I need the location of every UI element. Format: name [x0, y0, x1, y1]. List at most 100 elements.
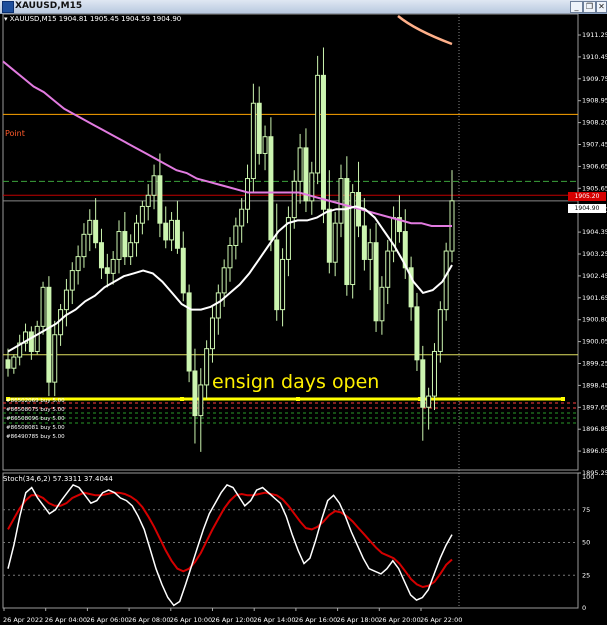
candle: [5, 359, 11, 369]
time-axis-label: 26 Apr 10:00: [170, 616, 212, 624]
candle: [239, 208, 245, 227]
candle: [385, 250, 391, 288]
price-tick-label: 1907.45: [582, 141, 607, 149]
candle: [63, 289, 69, 311]
candle: [297, 147, 303, 182]
stochastic-main-line: [7, 483, 453, 607]
order-label[interactable]: #86508096 buy 5.00: [6, 416, 65, 422]
price-tick-label: 1900.05: [582, 338, 607, 346]
candle: [186, 292, 192, 372]
candle: [431, 350, 437, 397]
price-tick-label: 1896.05: [582, 447, 607, 455]
candle: [139, 205, 145, 224]
candle: [134, 222, 140, 244]
annotation-text[interactable]: ensign days open: [212, 371, 379, 393]
candle: [315, 74, 321, 174]
stochastic-signal-line: [7, 491, 453, 589]
time-axis-label: 26 Apr 14:00: [253, 616, 295, 624]
candle: [204, 348, 210, 386]
price-tick-label: 1901.65: [582, 294, 607, 302]
point-level-label: Point: [5, 129, 25, 138]
stoch-axis-label: 75: [582, 506, 590, 514]
order-label[interactable]: #86490785 buy 5.00: [6, 434, 65, 440]
candle: [122, 231, 128, 258]
candle: [104, 267, 110, 274]
candle: [151, 175, 157, 196]
candle: [174, 219, 180, 249]
candle: [320, 74, 326, 210]
candle: [437, 309, 443, 352]
price-tick-label: 1902.45: [582, 272, 607, 280]
chart-header: ▾ XAUUSD,M15 1904.81 1905.45 1904.59 190…: [4, 15, 182, 23]
candle: [221, 267, 227, 294]
candle: [268, 136, 274, 241]
candle: [116, 231, 122, 260]
candle: [262, 136, 268, 154]
stoch-axis-label: 50: [582, 539, 590, 547]
candle: [303, 147, 309, 202]
candle: [291, 180, 297, 219]
candle: [443, 250, 449, 311]
candle: [98, 242, 104, 269]
candle: [40, 286, 46, 327]
time-axis-label: 26 Apr 2022: [3, 616, 43, 624]
candle: [169, 219, 175, 241]
stochastic-header: Stoch(34,6,2) 57.3311 37.4044: [3, 475, 113, 483]
candle: [326, 208, 332, 263]
price-tick-label: 1903.25: [582, 250, 607, 258]
candle: [192, 370, 198, 417]
price-tick-label: 1909.75: [582, 75, 607, 83]
price-tick-label: 1900.80: [582, 316, 607, 324]
candle: [367, 242, 373, 260]
trend-curve: [397, 15, 453, 46]
candle: [81, 233, 87, 258]
candle: [87, 219, 93, 235]
candle: [93, 219, 99, 244]
candle: [46, 286, 52, 383]
candle: [332, 222, 338, 263]
candle: [344, 178, 350, 286]
candle: [34, 325, 40, 352]
stoch-axis-label: 100: [582, 473, 594, 481]
price-tick-label: 1910.45: [582, 53, 607, 61]
candle: [274, 239, 280, 311]
candle: [75, 256, 81, 272]
candle: [233, 225, 239, 246]
candle: [28, 331, 34, 352]
current-price-tag: 1904.90: [568, 204, 606, 213]
price-tick-label: 1897.65: [582, 403, 607, 411]
time-axis-label: 26 Apr 20:00: [378, 616, 420, 624]
ensign-handle-4: [561, 397, 565, 401]
stoch-axis-label: 0: [582, 604, 586, 612]
order-label[interactable]: #86508081 buy 5.00: [6, 425, 65, 431]
candle: [256, 102, 262, 154]
price-chart[interactable]: 1911.25 1910.45 1909.75 1908.95 1908.20 1907.…: [0, 0, 607, 625]
candle: [11, 356, 17, 369]
candle: [426, 395, 432, 408]
ensign-handle-2: [296, 397, 300, 401]
order-label[interactable]: #86502069 buy 5.00: [6, 398, 65, 404]
time-axis-label: 26 Apr 16:00: [295, 616, 337, 624]
time-axis-label: 26 Apr 06:00: [86, 616, 128, 624]
candle: [379, 286, 385, 322]
ensign-handle-1: [180, 397, 184, 401]
price-tick-label: 1911.25: [582, 31, 607, 39]
candle: [69, 270, 75, 291]
order-label[interactable]: #86508075 buy 5.00: [6, 407, 65, 413]
candle: [128, 242, 134, 258]
candle: [52, 334, 58, 383]
price-tick-label: 1904.35: [582, 228, 607, 236]
candle: [420, 359, 426, 408]
time-axis-label: 26 Apr 22:00: [420, 616, 462, 624]
candle: [209, 317, 215, 350]
candle: [250, 102, 256, 180]
candle: [414, 306, 420, 361]
price-tick-label: 1906.65: [582, 162, 607, 170]
time-axis-label: 26 Apr 04:00: [45, 616, 87, 624]
candle: [245, 178, 251, 210]
time-axis-label: 26 Apr 18:00: [337, 616, 379, 624]
red-price-tag: 1905.20: [568, 192, 606, 201]
price-tick-label: 1908.20: [582, 119, 607, 127]
candle: [338, 178, 344, 224]
price-tick-label: 1898.45: [582, 381, 607, 389]
